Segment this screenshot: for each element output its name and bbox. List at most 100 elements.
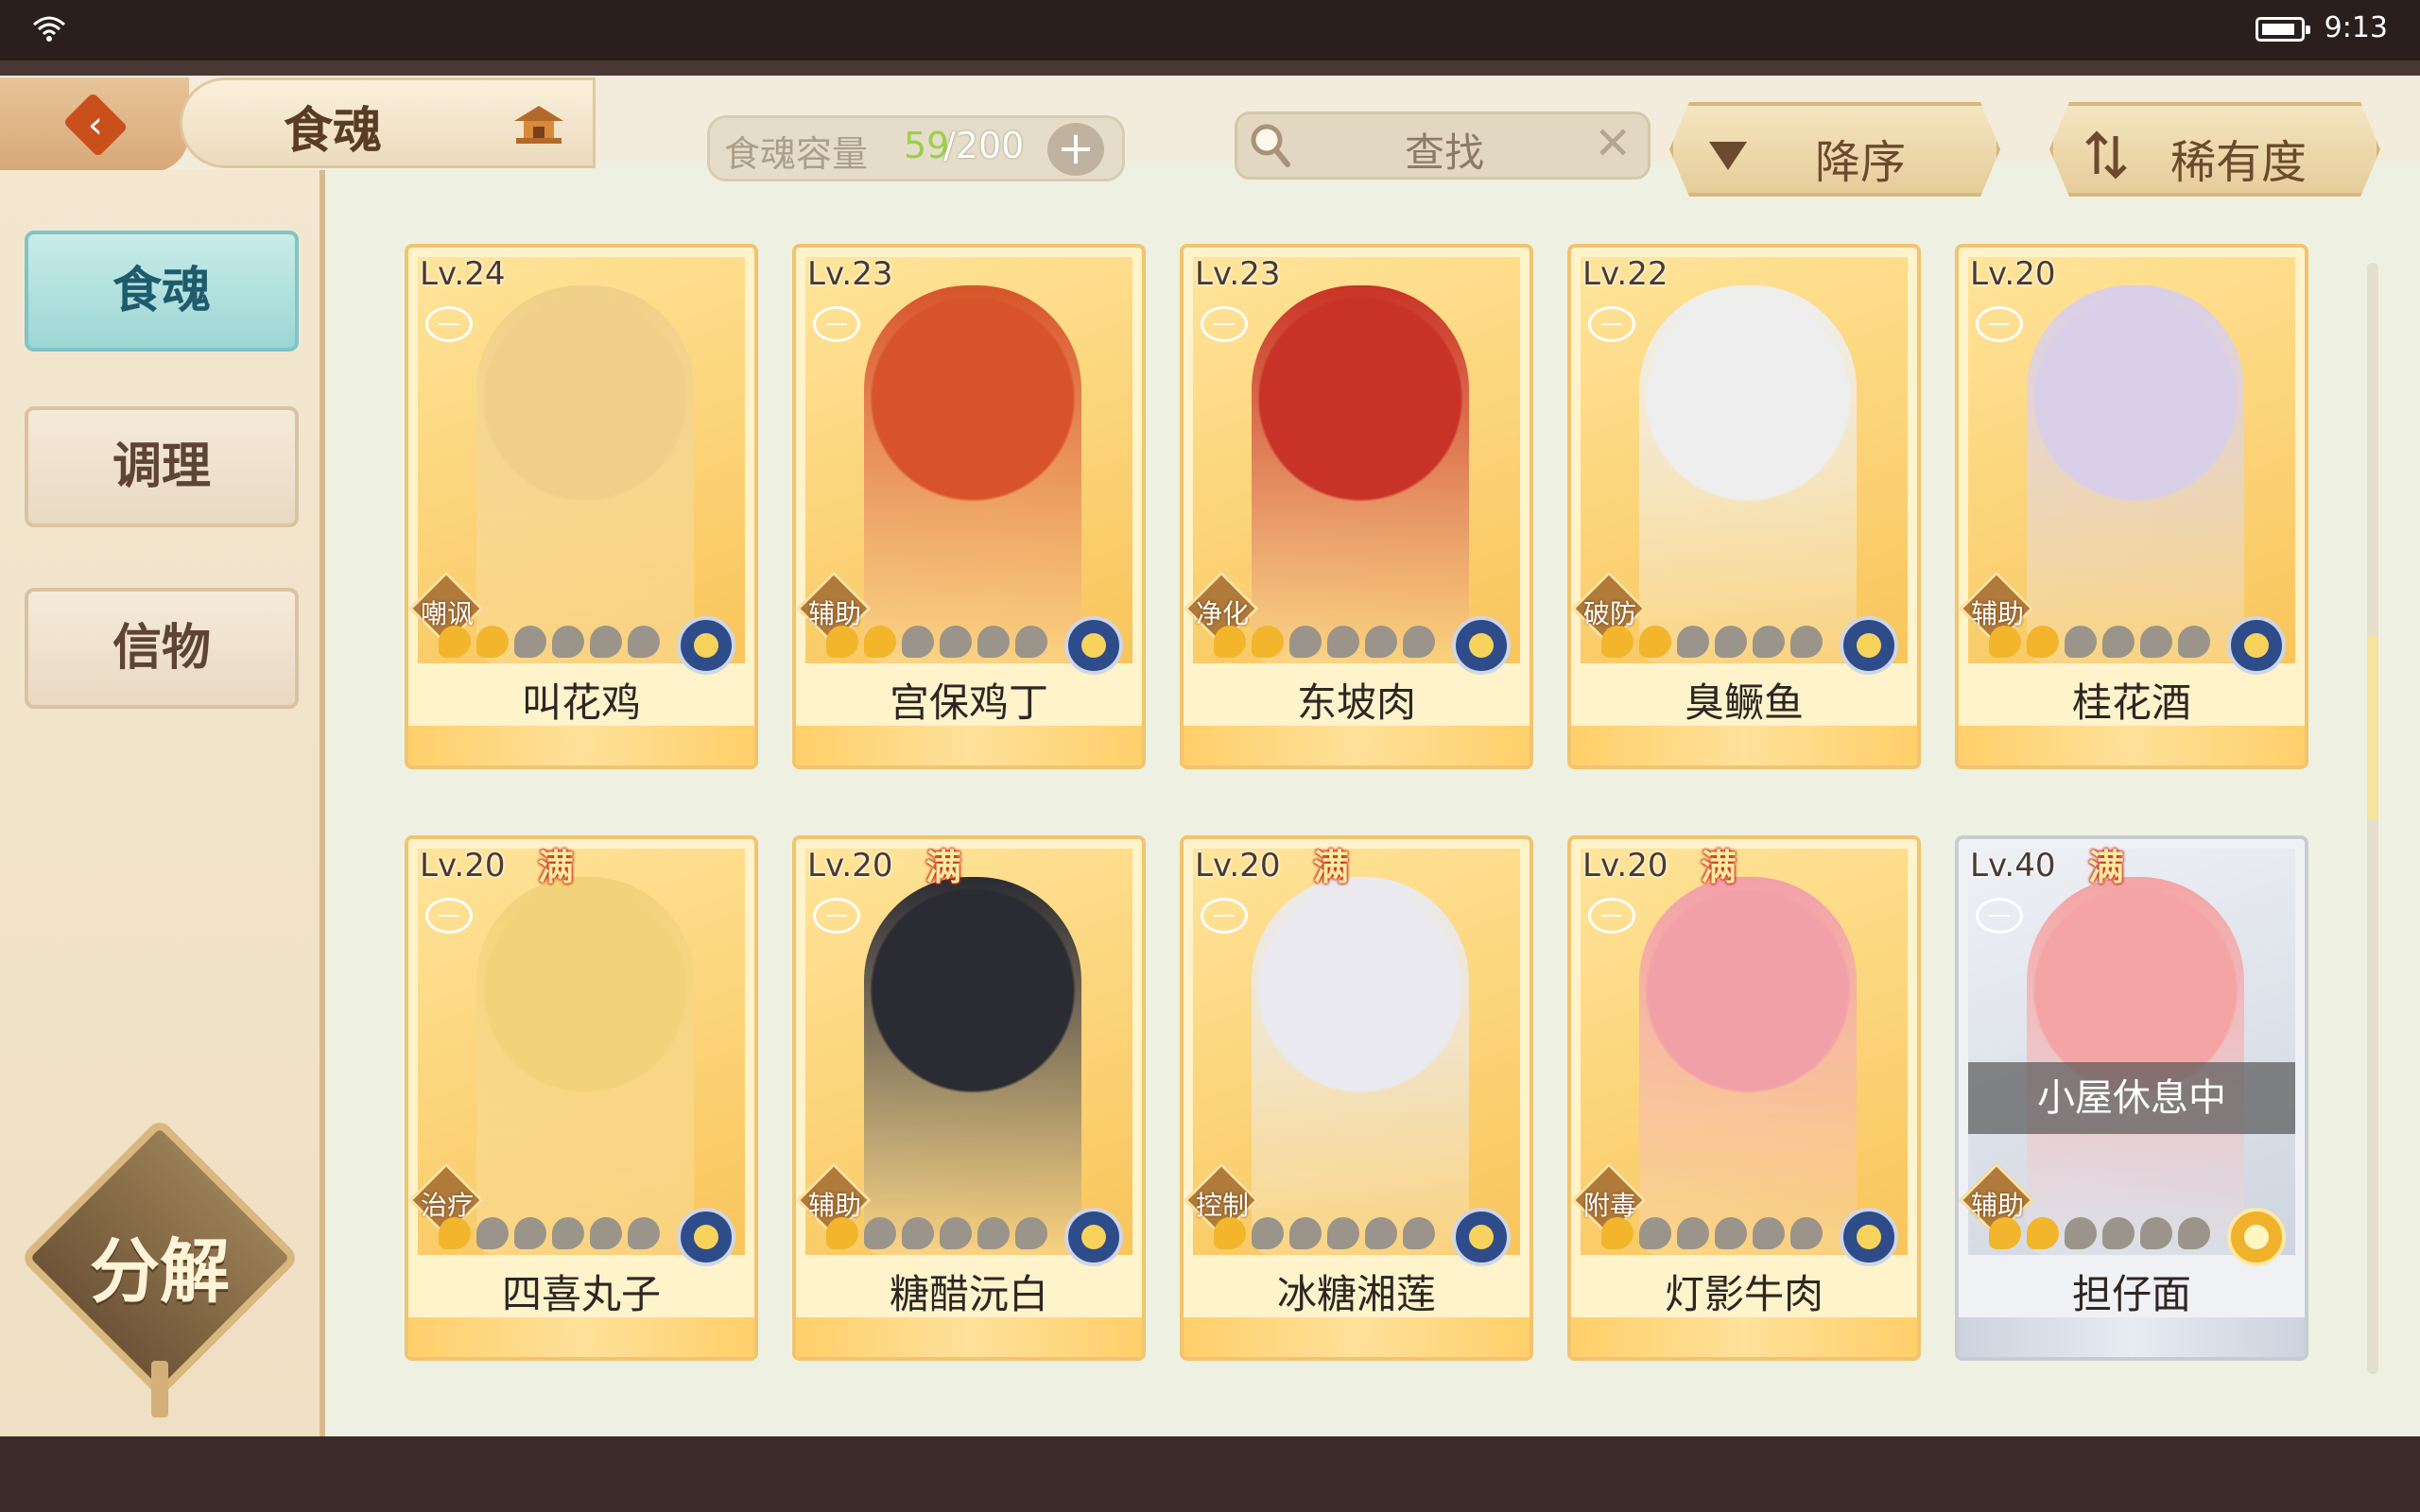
card-level: Lv.40 [1970,847,2056,885]
soul-card[interactable]: Lv.40 满 — 小屋休息中 辅助 担仔面 [1955,835,2308,1361]
card-bottom-bar [1184,1317,1530,1357]
emblem-center [1469,1225,1494,1249]
card-level: Lv.20 [1582,847,1668,885]
flame-star-icon [590,626,622,658]
tassel-decoration [151,1361,168,1418]
emblem-center [2244,633,2269,658]
card-bottom-bar [1571,1317,1917,1357]
flame-star-icon [1403,626,1435,658]
soul-card[interactable]: Lv.24— 嘲讽 叫花鸡 [405,244,758,769]
flame-star-icon [476,626,509,658]
soul-card[interactable]: Lv.23— 净化 东坡肉 [1180,244,1533,769]
flame-star-icon [1753,1217,1785,1249]
flame-star-icon [2102,626,2135,658]
flame-star-icon [1327,626,1359,658]
sidebar-item-souls[interactable]: 食魂 [25,231,299,352]
flame-star-icon [2027,1217,2059,1249]
sidebar-item-tokens[interactable]: 信物 [25,588,299,709]
card-level: Lv.22 [1582,255,1668,293]
card-level: Lv.20 [807,847,893,885]
card-bottom-bar [408,1317,754,1357]
bowl-icon: — [1588,898,1635,934]
flame-star-icon [439,626,471,658]
flame-star-icon [1252,626,1284,658]
character-figure [1639,285,1857,663]
flame-star-icon [2140,626,2172,658]
soul-card[interactable]: Lv.23— 辅助 宫保鸡丁 [792,244,1146,769]
emblem-center [1081,1225,1106,1249]
emblem-center [1857,633,1881,658]
card-level: Lv.20 [420,847,506,885]
card-level: Lv.20 [1970,255,2056,293]
soul-card[interactable]: Lv.20 满 — 治疗 四喜丸子 [405,835,758,1361]
bowl-icon: — [425,306,473,342]
soul-card[interactable]: Lv.22— 破防 臭鳜鱼 [1567,244,1921,769]
flame-star-icon [864,1217,896,1249]
bowl-icon: — [813,306,860,342]
star-rating [439,1217,666,1261]
star-rating [826,1217,1053,1261]
top-border [0,60,2420,76]
star-rating [1989,1217,2216,1261]
flame-star-icon [2102,1217,2135,1249]
scrollbar-thumb[interactable] [2367,635,2378,820]
flower-emblem-icon [2227,1208,2286,1266]
flame-star-icon [977,626,1010,658]
search-placeholder[interactable]: 查找 [1405,121,1484,179]
character-figure [1252,877,1469,1255]
soul-card[interactable]: Lv.20— 辅助 桂花酒 [1955,244,2308,769]
card-name: 灯影牛肉 [1664,1271,1824,1317]
card-name: 担仔面 [2071,1271,2191,1317]
soul-card[interactable]: Lv.20 满 — 控制 冰糖湘莲 [1180,835,1533,1361]
star-rating [1601,626,1828,669]
decompose-label[interactable]: 分解 [79,1215,240,1316]
character-figure [864,877,1081,1255]
emblem-center [694,1225,718,1249]
flame-star-icon [2140,1217,2172,1249]
max-badge: 满 [537,847,574,888]
emblem-center [1469,633,1494,658]
flame-star-icon [2178,626,2210,658]
sort-order-label[interactable]: 降序 [1815,125,1906,191]
flame-star-icon [514,626,546,658]
flower-emblem-icon [1840,1208,1898,1266]
card-name: 桂花酒 [2071,679,2191,726]
flame-star-icon [514,1217,546,1249]
max-badge: 满 [1700,847,1737,888]
flame-star-icon [1790,626,1823,658]
flame-star-icon [940,1217,972,1249]
emblem-center [1857,1225,1881,1249]
card-bottom-bar [1184,726,1530,765]
card-level: Lv.20 [1195,847,1281,885]
flame-star-icon [2178,1217,2210,1249]
sidebar-item-cultivate[interactable]: 调理 [25,406,299,527]
flame-star-icon [1677,1217,1709,1249]
card-level: Lv.23 [807,255,893,293]
flame-star-icon [1214,626,1246,658]
flame-star-icon [1365,1217,1397,1249]
star-rating [1214,1217,1441,1261]
flame-star-icon [826,1217,858,1249]
character-figure [2027,285,2244,663]
soul-card[interactable]: Lv.20 满 — 附毒 灯影牛肉 [1567,835,1921,1361]
flame-star-icon [1639,626,1671,658]
sort-field-label[interactable]: 稀有度 [2170,125,2307,191]
character-figure [476,285,694,663]
card-bottom-bar [1571,726,1917,765]
capacity-label: 食魂容量 [724,133,869,175]
character-figure [1639,877,1857,1255]
card-level: Lv.23 [1195,255,1281,293]
character-figure [1252,285,1469,663]
clock: 9:13 [2324,11,2388,44]
bowl-icon: — [1588,306,1635,342]
character-figure [476,877,694,1255]
card-name: 糖醋沅白 [889,1271,1048,1317]
flame-star-icon [902,1217,934,1249]
star-rating [1601,1217,1828,1261]
add-capacity-button[interactable]: + [1047,123,1104,176]
close-icon[interactable]: ✕ [1594,117,1632,170]
search-icon [1251,124,1290,167]
card-name: 四喜丸子 [501,1271,661,1317]
flame-star-icon [1989,1217,2021,1249]
soul-card[interactable]: Lv.20 满 — 辅助 糖醋沅白 [792,835,1146,1361]
